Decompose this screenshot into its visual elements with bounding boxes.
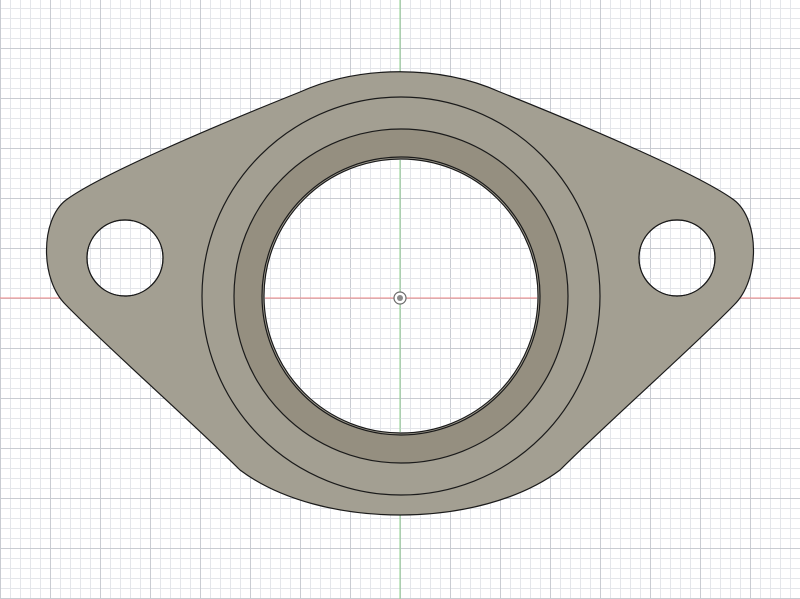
bolt-hole-left[interactable] — [86, 219, 164, 297]
sketch-canvas[interactable] — [0, 0, 800, 599]
origin-icon[interactable] — [393, 291, 407, 305]
bolt-hole-right[interactable] — [638, 219, 716, 297]
